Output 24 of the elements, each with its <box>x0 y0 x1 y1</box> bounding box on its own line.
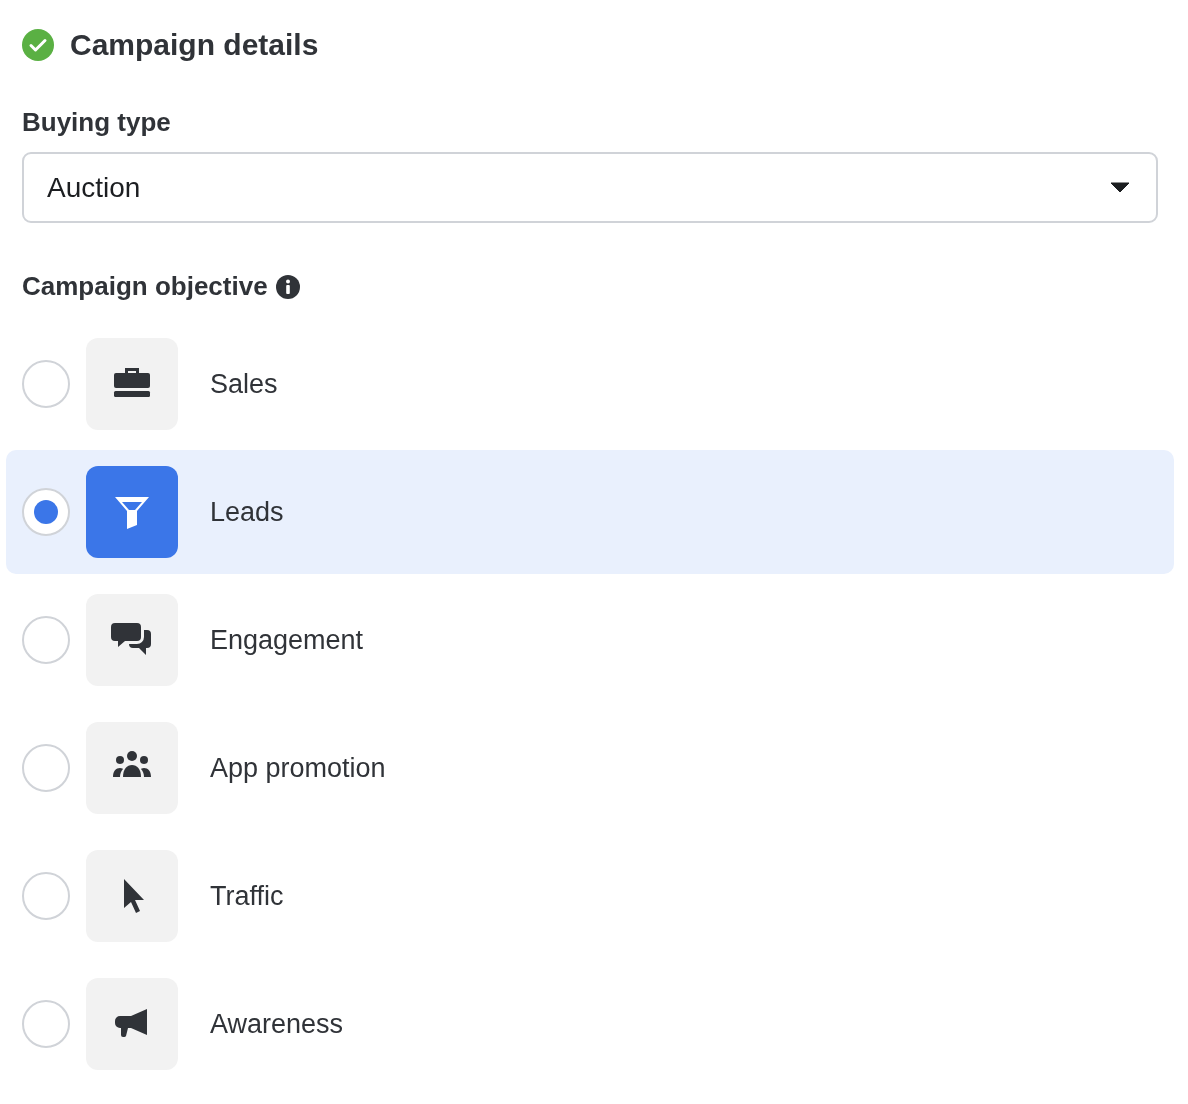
funnel-tile-icon <box>86 466 178 558</box>
megaphone-tile-icon <box>86 978 178 1070</box>
field-label: Buying type <box>22 106 172 139</box>
info-icon[interactable] <box>275 274 300 299</box>
radio-button[interactable] <box>22 488 70 536</box>
objective-option[interactable]: Traffic <box>6 834 1174 958</box>
caret-icon <box>1110 182 1130 193</box>
objective-option[interactable]: App promotion <box>6 706 1174 830</box>
radio-button[interactable] <box>22 872 70 920</box>
section-title: Campaign details <box>70 27 319 63</box>
radio-button[interactable] <box>22 360 70 408</box>
radio-button[interactable] <box>22 744 70 792</box>
objective-option[interactable]: Engagement <box>6 578 1174 702</box>
people-tile-icon <box>86 722 178 814</box>
cursor-tile-icon <box>86 850 178 942</box>
radio-button[interactable] <box>22 1000 70 1048</box>
briefcase-tile-icon <box>86 338 178 430</box>
field-label: Campaign objective <box>22 270 268 303</box>
buying-type-dropdown[interactable]: Auction <box>22 152 1158 223</box>
radio-button[interactable] <box>22 616 70 664</box>
objective-option[interactable]: Awareness <box>6 962 1174 1086</box>
objective-option[interactable]: Sales <box>6 322 1174 446</box>
objective-option[interactable]: Leads <box>6 450 1174 574</box>
chat-bubbles-tile-icon <box>86 594 178 686</box>
